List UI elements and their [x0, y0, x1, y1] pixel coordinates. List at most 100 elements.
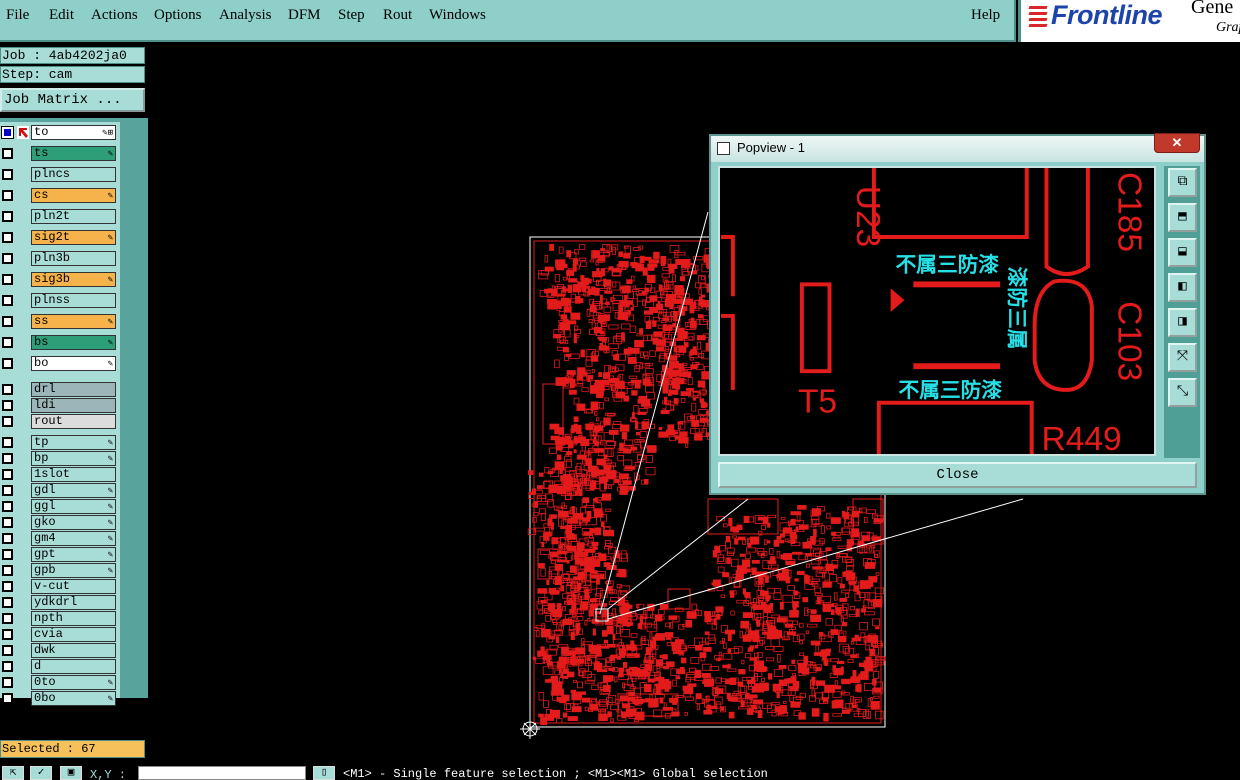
layer-name[interactable]: 0to ✎ — [31, 675, 116, 690]
layer-name[interactable]: bo ✎ — [31, 356, 116, 371]
layer-checkbox[interactable] — [2, 337, 13, 348]
zoom-in-icon[interactable]: ⤧ — [1168, 343, 1197, 372]
layer-row-to[interactable]: to ✎⊞ — [0, 125, 118, 140]
layer-checkbox[interactable] — [2, 232, 13, 243]
layer-name[interactable]: plnss — [31, 293, 116, 308]
layer-row-ydkdrl[interactable]: ydkdrl — [0, 595, 118, 610]
layer-row-dwk[interactable]: dwk — [0, 643, 118, 658]
zoom-out-icon[interactable]: ⤡ — [1168, 378, 1197, 407]
layer-checkbox[interactable] — [2, 211, 13, 222]
menu-analysis[interactable]: Analysis — [219, 7, 272, 24]
layer-checkbox[interactable] — [2, 661, 13, 672]
layer-checkbox[interactable] — [2, 581, 13, 592]
layer-name[interactable]: sig3b ✎ — [31, 272, 116, 287]
layer-row-v-cut[interactable]: v-cut — [0, 579, 118, 594]
layer-row-d[interactable]: d — [0, 659, 118, 674]
layer-row-plncs[interactable]: plncs — [0, 167, 118, 182]
menu-rout[interactable]: Rout — [383, 7, 412, 24]
check-icon[interactable]: ✓ — [30, 766, 52, 780]
layer-name[interactable]: tp ✎ — [31, 435, 116, 450]
layer-name[interactable]: d — [31, 659, 116, 674]
layer-checkbox[interactable] — [2, 253, 13, 264]
layer-name[interactable]: rout — [31, 414, 116, 429]
layer-name[interactable]: plncs — [31, 167, 116, 182]
pan-left-icon[interactable]: ◧ — [1168, 273, 1197, 302]
menu-file[interactable]: File — [6, 7, 29, 24]
xy-input[interactable] — [138, 766, 306, 780]
layer-name[interactable]: ts ✎ — [31, 146, 116, 161]
layer-checkbox[interactable] — [2, 274, 13, 285]
layer-row-cs[interactable]: cs ✎ — [0, 188, 118, 203]
layer-name[interactable]: ldi — [31, 398, 116, 413]
layer-name[interactable]: 0bo ✎ — [31, 691, 116, 706]
layer-checkbox[interactable] — [2, 416, 13, 427]
layer-name[interactable]: gdl ✎ — [31, 483, 116, 498]
layer-name[interactable]: cs ✎ — [31, 188, 116, 203]
layer-checkbox[interactable] — [2, 629, 13, 640]
layer-name[interactable]: pln2t — [31, 209, 116, 224]
layer-row-pln2t[interactable]: pln2t — [0, 209, 118, 224]
layer-row-ggl[interactable]: ggl ✎ — [0, 499, 118, 514]
window-mode-icon[interactable]: ▣ — [60, 766, 82, 780]
menu-options[interactable]: Options — [154, 7, 202, 24]
layer-checkbox[interactable] — [2, 384, 13, 395]
layer-checkbox[interactable] — [1, 126, 14, 139]
job-matrix-button[interactable]: Job Matrix ... — [0, 88, 145, 112]
popview-titlebar[interactable]: Popview - 1 ✕ — [711, 133, 1204, 162]
layer-row-tp[interactable]: tp ✎ — [0, 435, 118, 450]
layer-checkbox[interactable] — [2, 169, 13, 180]
layer-name[interactable]: ggl ✎ — [31, 499, 116, 514]
layer-row-sig2t[interactable]: sig2t ✎ — [0, 230, 118, 245]
layer-name[interactable]: ss ✎ — [31, 314, 116, 329]
popview-close-button[interactable]: Close — [718, 462, 1197, 488]
popview-viewport[interactable]: U23 C185 C103 T5 R449 不属三防漆 不属三防漆 漆防三属 — [718, 166, 1156, 456]
layer-checkbox[interactable] — [2, 677, 13, 688]
layer-row-gm4[interactable]: gm4 ✎ — [0, 531, 118, 546]
menu-help[interactable]: Help — [971, 7, 1000, 24]
menu-edit[interactable]: Edit — [49, 7, 74, 24]
layer-name[interactable]: to ✎⊞ — [31, 125, 116, 140]
layer-checkbox[interactable] — [2, 549, 13, 560]
layer-checkbox[interactable] — [2, 453, 13, 464]
layer-row-gko[interactable]: gko ✎ — [0, 515, 118, 530]
layer-row-gpb[interactable]: gpb ✎ — [0, 563, 118, 578]
layer-checkbox[interactable] — [2, 693, 13, 704]
layer-checkbox[interactable] — [2, 517, 13, 528]
layer-row-pln3b[interactable]: pln3b — [0, 251, 118, 266]
layer-checkbox[interactable] — [2, 148, 13, 159]
layer-name[interactable]: sig2t ✎ — [31, 230, 116, 245]
layer-row-0bo[interactable]: 0bo ✎ — [0, 691, 118, 706]
layer-checkbox[interactable] — [2, 597, 13, 608]
layer-checkbox[interactable] — [2, 358, 13, 369]
layer-row-drl[interactable]: drl — [0, 382, 118, 397]
layer-name[interactable]: ydkdrl — [31, 595, 116, 610]
pan-down-icon[interactable]: ⬓ — [1168, 238, 1197, 267]
layer-name[interactable]: gko ✎ — [31, 515, 116, 530]
menu-step[interactable]: Step — [338, 7, 365, 24]
layer-row-sig3b[interactable]: sig3b ✎ — [0, 272, 118, 287]
layer-row-1slot[interactable]: 1slot — [0, 467, 118, 482]
layer-row-ts[interactable]: ts ✎ — [0, 146, 118, 161]
layer-name[interactable]: bp ✎ — [31, 451, 116, 466]
layer-row-bs[interactable]: bs ✎ — [0, 335, 118, 350]
pan-right-icon[interactable]: ◨ — [1168, 308, 1197, 337]
layer-checkbox[interactable] — [2, 400, 13, 411]
pan-up-icon[interactable]: ⬒ — [1168, 203, 1197, 232]
layer-checkbox[interactable] — [2, 295, 13, 306]
layer-name[interactable]: gpb ✎ — [31, 563, 116, 578]
layer-row-bp[interactable]: bp ✎ — [0, 451, 118, 466]
layer-row-ldi[interactable]: ldi — [0, 398, 118, 413]
mouse-icon[interactable]: ▯ — [313, 766, 335, 780]
layer-checkbox[interactable] — [2, 437, 13, 448]
layer-checkbox[interactable] — [2, 645, 13, 656]
layer-row-plnss[interactable]: plnss — [0, 293, 118, 308]
layer-name[interactable]: pln3b — [31, 251, 116, 266]
layer-name[interactable]: cvia — [31, 627, 116, 642]
layer-checkbox[interactable] — [2, 565, 13, 576]
layer-row-gpt[interactable]: gpt ✎ — [0, 547, 118, 562]
layer-row-rout[interactable]: rout — [0, 414, 118, 429]
layer-name[interactable]: bs ✎ — [31, 335, 116, 350]
layer-name[interactable]: drl — [31, 382, 116, 397]
layer-checkbox[interactable] — [2, 316, 13, 327]
layer-name[interactable]: gpt ✎ — [31, 547, 116, 562]
